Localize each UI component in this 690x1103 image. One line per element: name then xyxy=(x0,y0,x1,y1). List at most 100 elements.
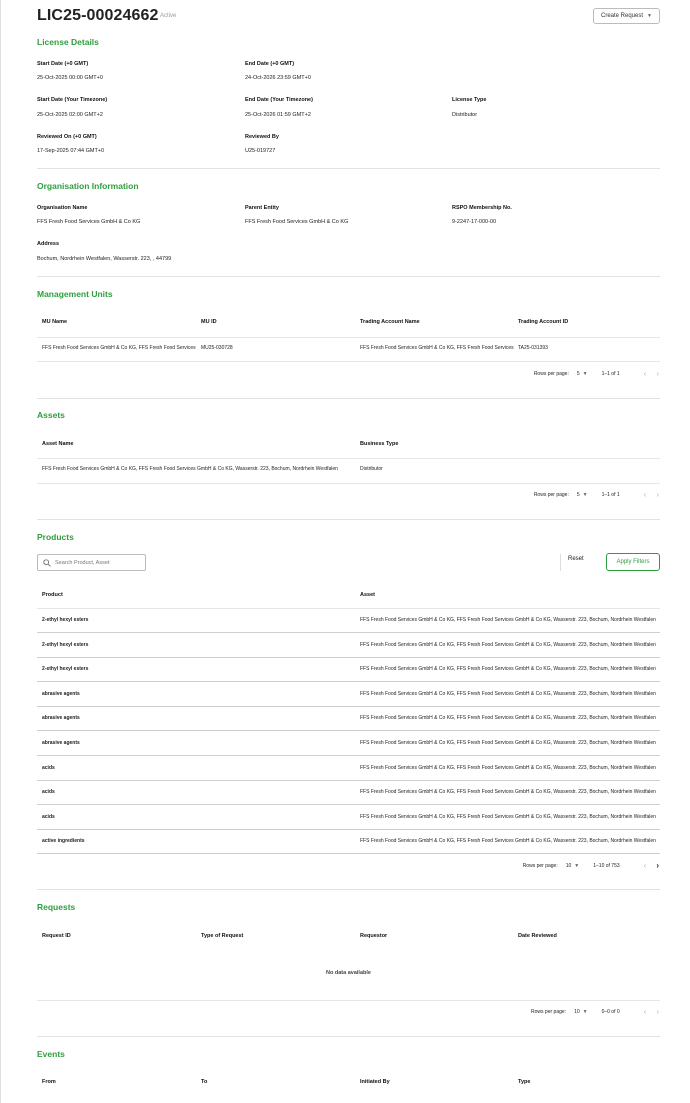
field-label: End Date (+0 GMT) xyxy=(245,61,295,67)
table-row-divider xyxy=(37,779,660,781)
column-header[interactable]: Asset xyxy=(360,592,375,598)
table-row-divider xyxy=(37,804,660,806)
column-header[interactable]: To xyxy=(201,1079,207,1085)
pagination: Rows per page: 10 ▼ 0–0 of 0 ‹ › xyxy=(531,1008,659,1016)
rows-per-page-select[interactable]: 5 ▼ xyxy=(577,371,588,377)
chevron-down-icon: ▼ xyxy=(582,371,588,377)
pagination: Rows per page: 10 ▼ 1–10 of 753 ‹ › xyxy=(523,862,659,870)
product-cell: acids xyxy=(42,764,55,771)
table-row-divider xyxy=(37,828,660,830)
field-value: 9-2247-17-000-00 xyxy=(452,219,497,225)
column-header[interactable]: Initiated By xyxy=(360,1079,390,1085)
column-header[interactable]: Requestor xyxy=(360,933,387,939)
column-header[interactable]: Date Reviewed xyxy=(518,933,557,939)
chevron-left-icon[interactable]: ‹ xyxy=(644,862,647,870)
apply-filters-button[interactable]: Apply Filters xyxy=(606,553,660,571)
search-icon xyxy=(43,558,51,567)
chevron-down-icon: ▼ xyxy=(574,863,580,869)
table-row-divider xyxy=(37,656,660,658)
asset-cell: FFS Fresh Food Services GmbH & Co KG, FF… xyxy=(360,666,656,673)
table-row-divider xyxy=(37,681,660,683)
chevron-down-icon: ▼ xyxy=(582,1009,588,1015)
section-divider xyxy=(37,168,660,169)
rows-per-page-label: Rows per page: xyxy=(522,863,558,869)
field-label: Reviewed On (+0 GMT) xyxy=(37,134,97,140)
table-row-divider xyxy=(37,853,660,855)
table-cell: FFS Fresh Food Services GmbH & Co KG, FF… xyxy=(360,345,514,351)
field-value: 25-Oct-2026 01:59 GMT+2 xyxy=(245,112,311,118)
license-detail-page: LIC25-00024662 Active Create Request ▼ L… xyxy=(0,0,690,1103)
product-cell: 2-ethyl hexyl esters xyxy=(42,666,89,673)
product-cell: abrasive agents xyxy=(42,740,80,746)
pagination-range: 1–1 of 1 xyxy=(601,492,620,498)
chevron-left-icon[interactable]: ‹ xyxy=(644,1008,647,1016)
column-header[interactable]: MU ID xyxy=(201,319,217,325)
asset-cell: FFS Fresh Food Services GmbH & Co KG, FF… xyxy=(360,715,656,722)
column-header[interactable]: Type of Request xyxy=(201,933,243,939)
rows-per-page-label: Rows per page: xyxy=(531,1009,567,1015)
rows-per-page-select[interactable]: 10 ▼ xyxy=(574,1009,588,1015)
chevron-right-icon[interactable]: › xyxy=(656,862,659,870)
column-header[interactable]: Asset Name xyxy=(42,441,74,447)
rows-per-page-value: 5 xyxy=(576,492,580,498)
column-header[interactable]: Trading Account ID xyxy=(518,319,568,325)
column-header[interactable]: Trading Account Name xyxy=(360,319,420,325)
column-header[interactable]: From xyxy=(42,1079,56,1085)
create-request-button[interactable]: Create Request ▼ xyxy=(593,8,660,24)
rows-per-page-value: 5 xyxy=(576,371,580,377)
pagination-range: 1–1 of 1 xyxy=(601,371,620,377)
pagination-range: 1–10 of 753 xyxy=(593,863,620,869)
asset-cell: FFS Fresh Food Services GmbH & Co KG, FF… xyxy=(360,740,656,746)
rows-per-page-select[interactable]: 10 ▼ xyxy=(566,863,580,869)
rows-per-page-value: 10 xyxy=(574,1009,580,1015)
section-divider xyxy=(37,1036,660,1037)
column-header[interactable]: MU Name xyxy=(42,319,67,325)
asset-cell: FFS Fresh Food Services GmbH & Co KG, FF… xyxy=(360,838,656,845)
table-cell: TA25-031393 xyxy=(518,345,548,351)
chevron-down-icon: ▼ xyxy=(647,13,652,19)
product-cell: acids xyxy=(42,789,55,796)
chevron-right-icon[interactable]: › xyxy=(656,370,659,378)
requests-title: Requests xyxy=(37,902,76,912)
search-box[interactable] xyxy=(37,554,146,571)
column-header[interactable]: Request ID xyxy=(42,933,71,939)
search-input[interactable] xyxy=(55,559,141,566)
rows-per-page-label: Rows per page: xyxy=(533,371,569,377)
product-cell: 2-ethyl hexyl esters xyxy=(42,641,89,648)
field-value: Distributor xyxy=(452,112,478,118)
field-value: 25-Oct-2025 02:00 GMT+2 xyxy=(37,112,103,118)
product-cell: active ingredients xyxy=(42,838,85,845)
column-header[interactable]: Type xyxy=(518,1079,530,1085)
table-row-divider xyxy=(37,705,660,707)
chevron-left-icon[interactable]: ‹ xyxy=(644,491,647,499)
section-divider xyxy=(37,276,660,277)
column-header[interactable]: Business Type xyxy=(360,441,398,447)
column-header[interactable]: Product xyxy=(42,592,63,598)
rows-per-page-label: Rows per page: xyxy=(533,492,569,498)
field-value: U25-019727 xyxy=(245,148,276,154)
chevron-right-icon[interactable]: › xyxy=(656,491,659,499)
field-value: 24-Oct-2026 23:59 GMT+0 xyxy=(245,75,311,81)
table-header-divider xyxy=(37,458,660,459)
chevron-left-icon[interactable]: ‹ xyxy=(644,370,647,378)
management-units-title: Management Units xyxy=(37,289,113,299)
field-label: Start Date (Your Timezone) xyxy=(37,97,108,103)
field-label: Reviewed By xyxy=(245,134,279,140)
table-cell: FFS Fresh Food Services GmbH & Co KG, FF… xyxy=(42,466,338,472)
chevron-right-icon[interactable]: › xyxy=(656,1008,659,1016)
table-row-divider xyxy=(37,755,660,756)
chevron-down-icon: ▼ xyxy=(582,492,588,498)
asset-cell: FFS Fresh Food Services GmbH & Co KG, FF… xyxy=(360,641,656,648)
toolbar-divider xyxy=(560,554,561,571)
status-badge: Active xyxy=(160,13,177,19)
events-title: Events xyxy=(37,1049,65,1059)
field-value: FFS Fresh Food Services GmbH & Co KG xyxy=(37,219,141,225)
pagination: Rows per page: 5 ▼ 1–1 of 1 ‹ › xyxy=(534,491,659,499)
page-title: LIC25-00024662 xyxy=(37,7,159,24)
product-cell: 2-ethyl hexyl esters xyxy=(42,617,89,623)
create-request-label: Create Request xyxy=(601,13,644,19)
field-label: End Date (Your Timezone) xyxy=(245,97,313,103)
rows-per-page-select[interactable]: 5 ▼ xyxy=(577,492,588,498)
product-cell: abrasive agents xyxy=(42,715,80,722)
reset-button[interactable]: Reset xyxy=(568,556,584,562)
